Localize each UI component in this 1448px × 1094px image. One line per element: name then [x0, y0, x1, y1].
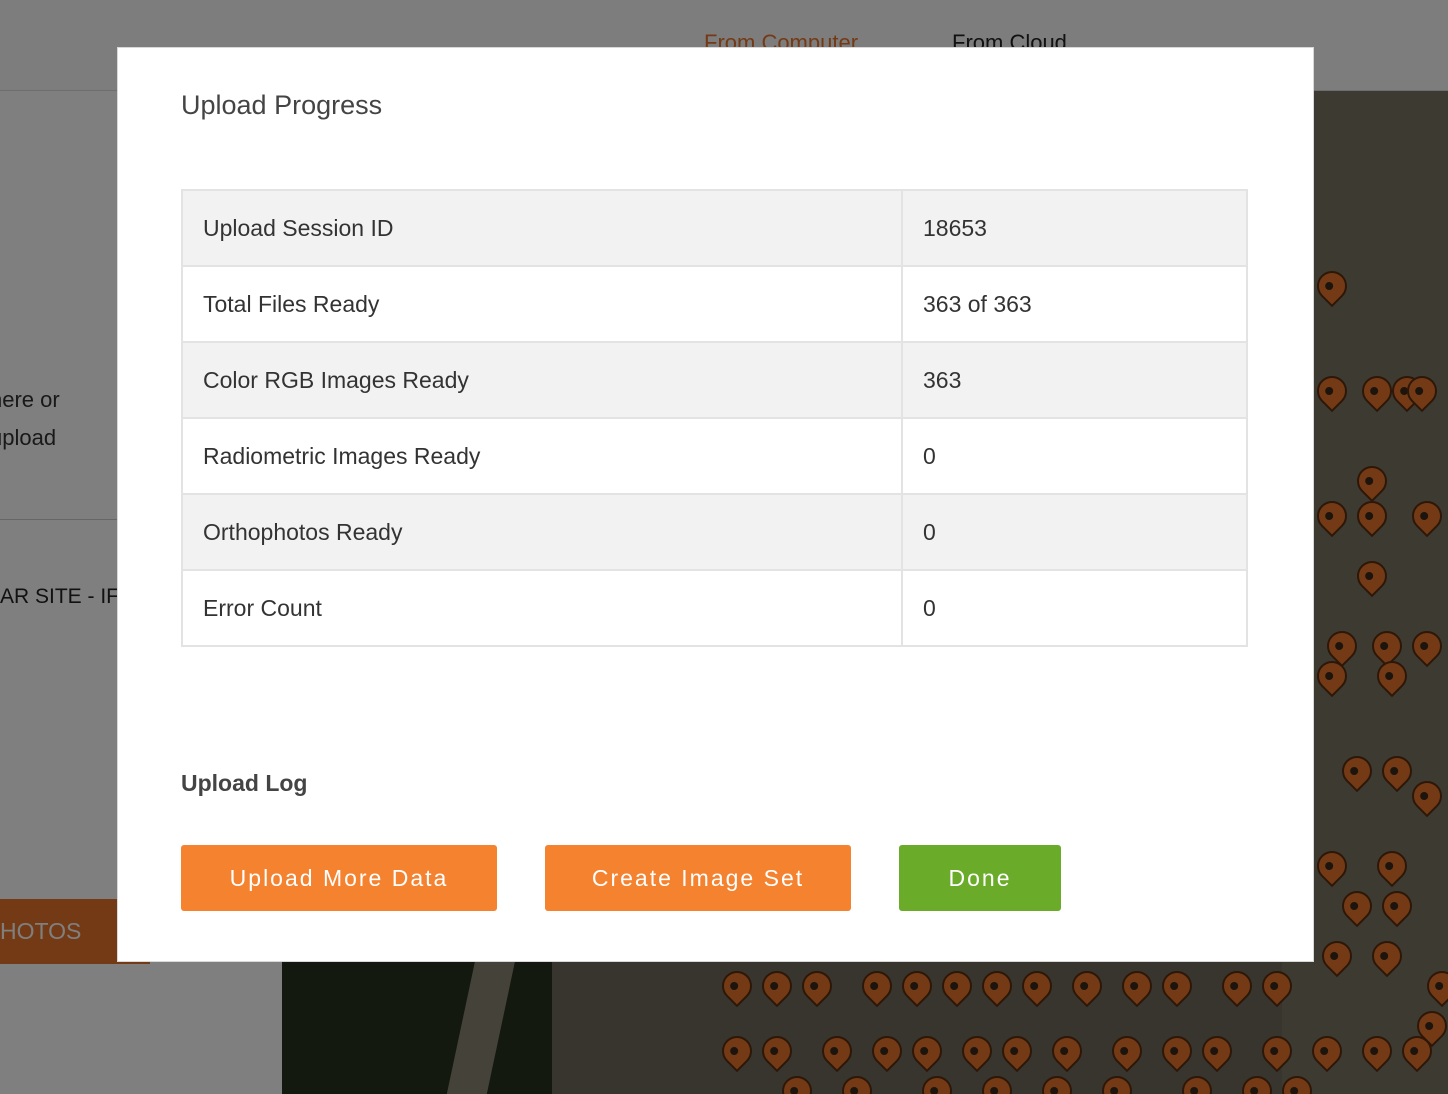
- table-row: Total Files Ready 363 of 363: [181, 265, 1248, 343]
- row-value: 0: [901, 417, 1248, 495]
- table-row: Color RGB Images Ready 363: [181, 341, 1248, 419]
- row-value: 0: [901, 493, 1248, 571]
- row-value: 18653: [901, 189, 1248, 267]
- row-label: Error Count: [181, 569, 903, 647]
- row-value: 0: [901, 569, 1248, 647]
- progress-table: Upload Session ID 18653 Total Files Read…: [181, 189, 1248, 647]
- row-value: 363 of 363: [901, 265, 1248, 343]
- upload-log-heading: Upload Log: [181, 770, 308, 796]
- modal-title: Upload Progress: [181, 90, 383, 120]
- upload-progress-modal: Upload Progress Upload Session ID 18653 …: [117, 47, 1314, 962]
- row-label: Radiometric Images Ready: [181, 417, 903, 495]
- row-value: 363: [901, 341, 1248, 419]
- table-row: Error Count 0: [181, 569, 1248, 647]
- row-label: Upload Session ID: [181, 189, 903, 267]
- create-image-set-button[interactable]: Create Image Set: [545, 845, 851, 911]
- table-row: Radiometric Images Ready 0: [181, 417, 1248, 495]
- row-label: Orthophotos Ready: [181, 493, 903, 571]
- done-button[interactable]: Done: [899, 845, 1061, 911]
- row-label: Total Files Ready: [181, 265, 903, 343]
- upload-more-data-button[interactable]: Upload More Data: [181, 845, 497, 911]
- table-row: Orthophotos Ready 0: [181, 493, 1248, 571]
- table-row: Upload Session ID 18653: [181, 189, 1248, 267]
- row-label: Color RGB Images Ready: [181, 341, 903, 419]
